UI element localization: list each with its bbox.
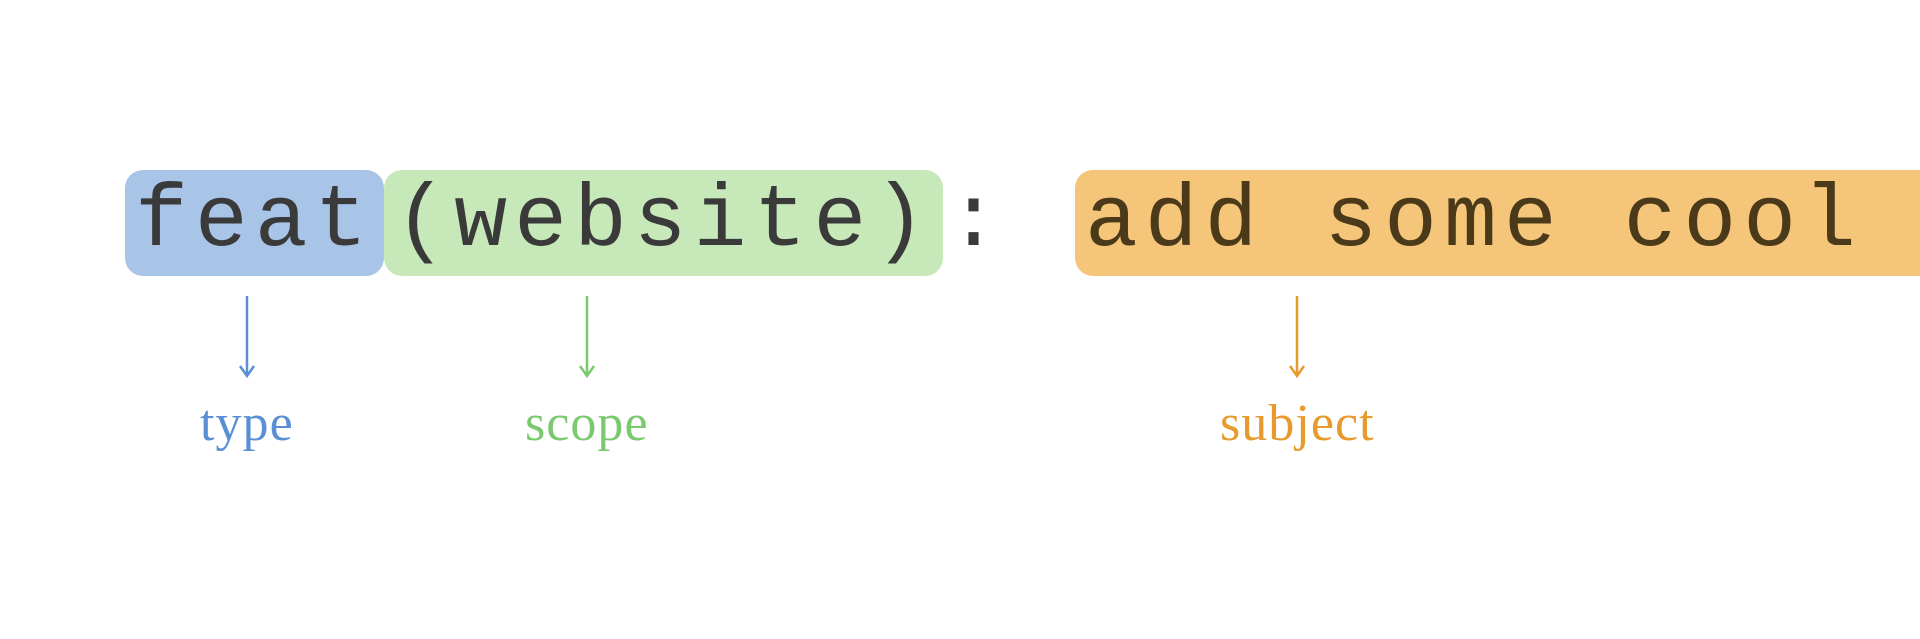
arrow-down-icon — [237, 296, 257, 386]
arrow-down-icon — [577, 296, 597, 386]
commit-message-line: feat(website): add some cool stuff — [125, 170, 1920, 276]
label-subject: subject — [1220, 394, 1375, 453]
arrow-down-icon — [1287, 296, 1307, 386]
commit-scope-token: (website) — [384, 170, 943, 276]
annotation-subject: subject — [1220, 296, 1375, 453]
commit-type-token: feat — [125, 170, 384, 276]
scope-close-paren: ) — [873, 173, 933, 272]
annotation-scope: scope — [525, 296, 649, 453]
annotation-type: type — [200, 296, 294, 453]
scope-value: website — [454, 173, 873, 272]
commit-subject-token: add some cool stuff — [1075, 170, 1920, 276]
commit-separator: : — [943, 170, 1015, 276]
commit-diagram: feat(website):add some cool stuff type s… — [125, 170, 1920, 296]
label-type: type — [200, 394, 294, 453]
scope-open-paren: ( — [394, 173, 454, 272]
label-scope: scope — [525, 394, 649, 453]
